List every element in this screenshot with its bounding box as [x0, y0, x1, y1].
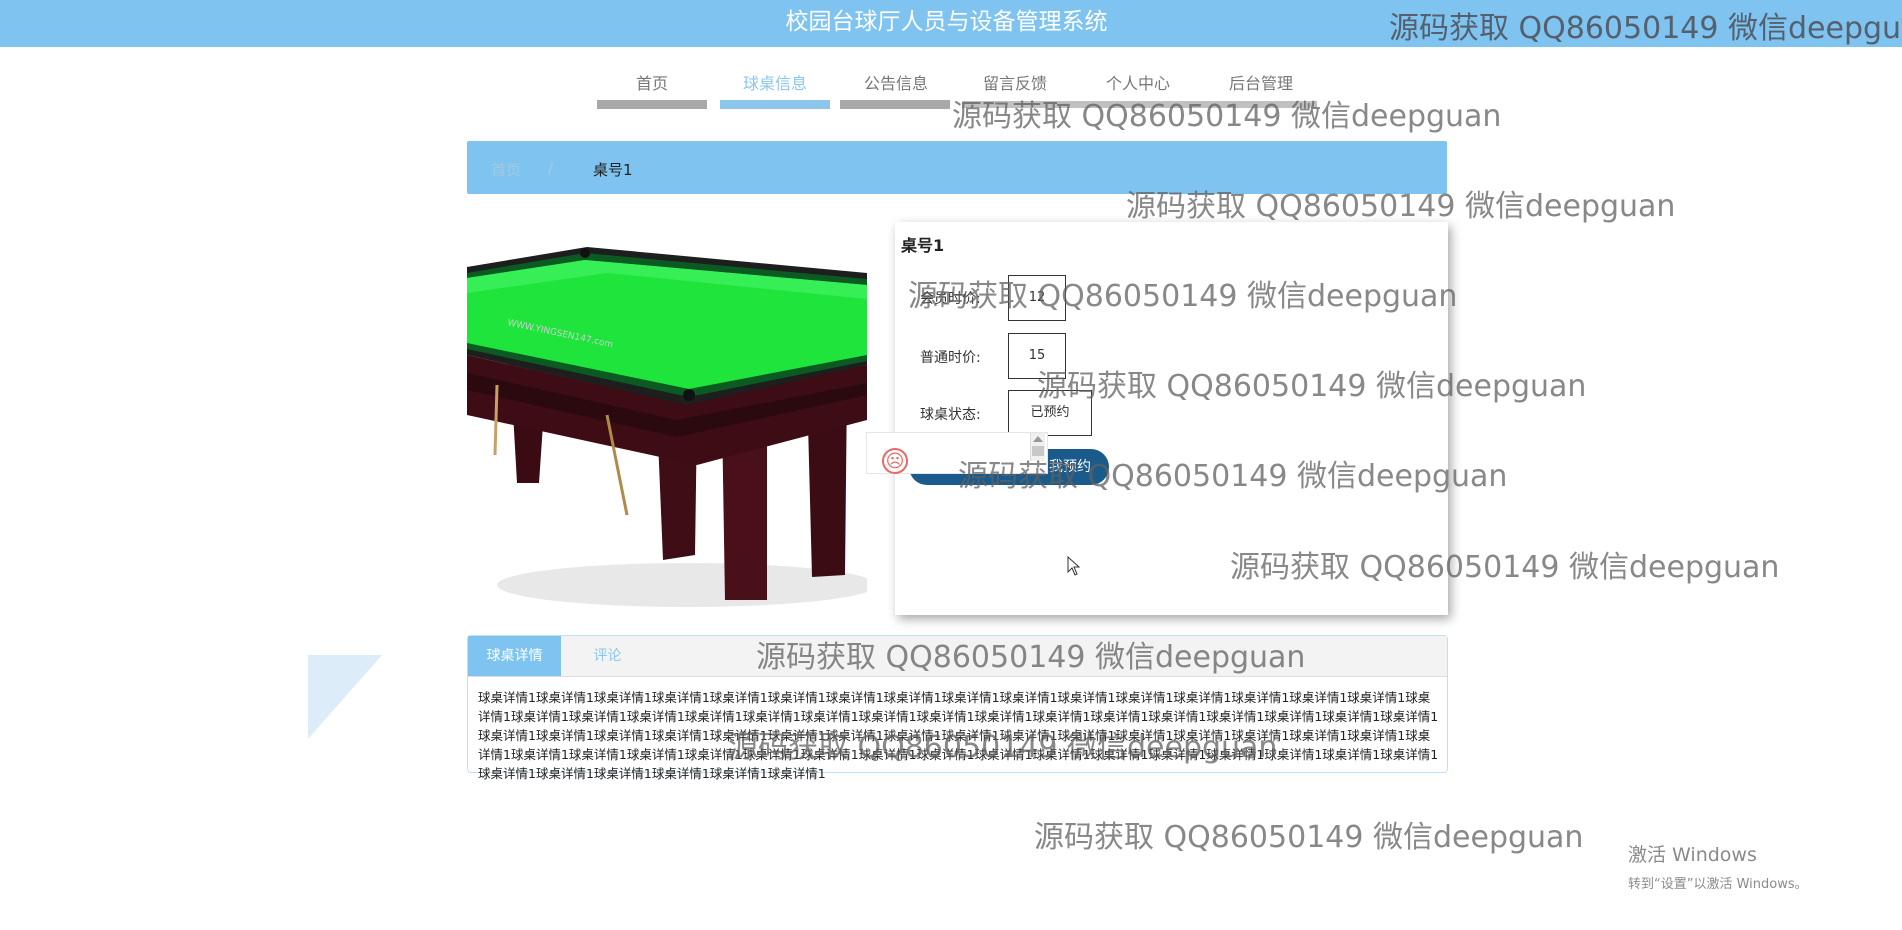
- sad-face-icon[interactable]: ☹: [882, 448, 908, 474]
- table-status-label: 球桌状态:: [920, 407, 981, 423]
- main-nav: 首页 球桌信息 公告信息 留言反馈 个人中心 后台管理: [0, 0, 1902, 120]
- mouse-cursor-icon: [1067, 556, 1081, 576]
- nav-item-home[interactable]: 首页: [596, 70, 708, 94]
- breadcrumb-separator: /: [548, 159, 554, 177]
- tabs-bar: 球桌详情 评论: [468, 636, 1447, 677]
- detail-tabs-panel: 球桌详情 评论 球桌详情1球桌详情1球桌详情1球桌详情1球桌详情1球桌详情1球桌…: [467, 635, 1448, 781]
- nav-underline-rest: [962, 101, 1317, 108]
- tab-comments[interactable]: 评论: [561, 636, 654, 676]
- activation-subtitle: 转到“设置”以激活 Windows。: [1628, 877, 1808, 892]
- detail-title: 桌号1: [901, 236, 945, 255]
- member-price-value: 12: [1008, 275, 1066, 321]
- scroll-thumb[interactable]: [1032, 446, 1044, 456]
- breadcrumb-current: 桌号1: [593, 161, 633, 179]
- watermark-text: 源码获取 QQ86050149 微信deepguan: [1034, 820, 1584, 855]
- breadcrumb: 首页 / 桌号1: [467, 141, 1447, 194]
- normal-price-value: 15: [1008, 333, 1066, 379]
- feedback-popup[interactable]: ☹: [866, 432, 1048, 474]
- tab-content: 球桌详情1球桌详情1球桌详情1球桌详情1球桌详情1球桌详情1球桌详情1球桌详情1…: [478, 690, 1439, 781]
- decorative-triangle: [308, 655, 382, 739]
- nav-underline-announcements: [840, 100, 950, 109]
- popup-scrollbar[interactable]: [1030, 433, 1045, 461]
- breadcrumb-home-link[interactable]: 首页: [491, 159, 521, 180]
- nav-item-profile[interactable]: 个人中心: [1082, 70, 1194, 94]
- member-price-label: 会员时价:: [920, 291, 981, 307]
- nav-item-admin[interactable]: 后台管理: [1205, 70, 1317, 94]
- activation-title: 激活 Windows: [1628, 844, 1757, 866]
- nav-item-tables[interactable]: 球桌信息: [719, 70, 831, 94]
- windows-activation-notice: 激活 Windows 转到“设置”以激活 Windows。: [1628, 840, 1808, 892]
- tab-table-details[interactable]: 球桌详情: [468, 636, 561, 676]
- nav-item-announcements[interactable]: 公告信息: [840, 70, 952, 94]
- nav-item-feedback[interactable]: 留言反馈: [959, 70, 1071, 94]
- pool-table-image: WWW.YINGSEN147.com: [467, 215, 867, 615]
- nav-underline-home: [597, 100, 707, 109]
- scroll-up-arrow-icon[interactable]: [1033, 436, 1043, 442]
- nav-underline-tables: [720, 100, 830, 109]
- table-detail-card: 桌号1 会员时价: 12 普通时价: 15 球桌状态: 已预约 点我预约: [895, 222, 1448, 615]
- normal-price-label: 普通时价:: [920, 350, 981, 366]
- table-status-value: 已预约: [1008, 390, 1092, 436]
